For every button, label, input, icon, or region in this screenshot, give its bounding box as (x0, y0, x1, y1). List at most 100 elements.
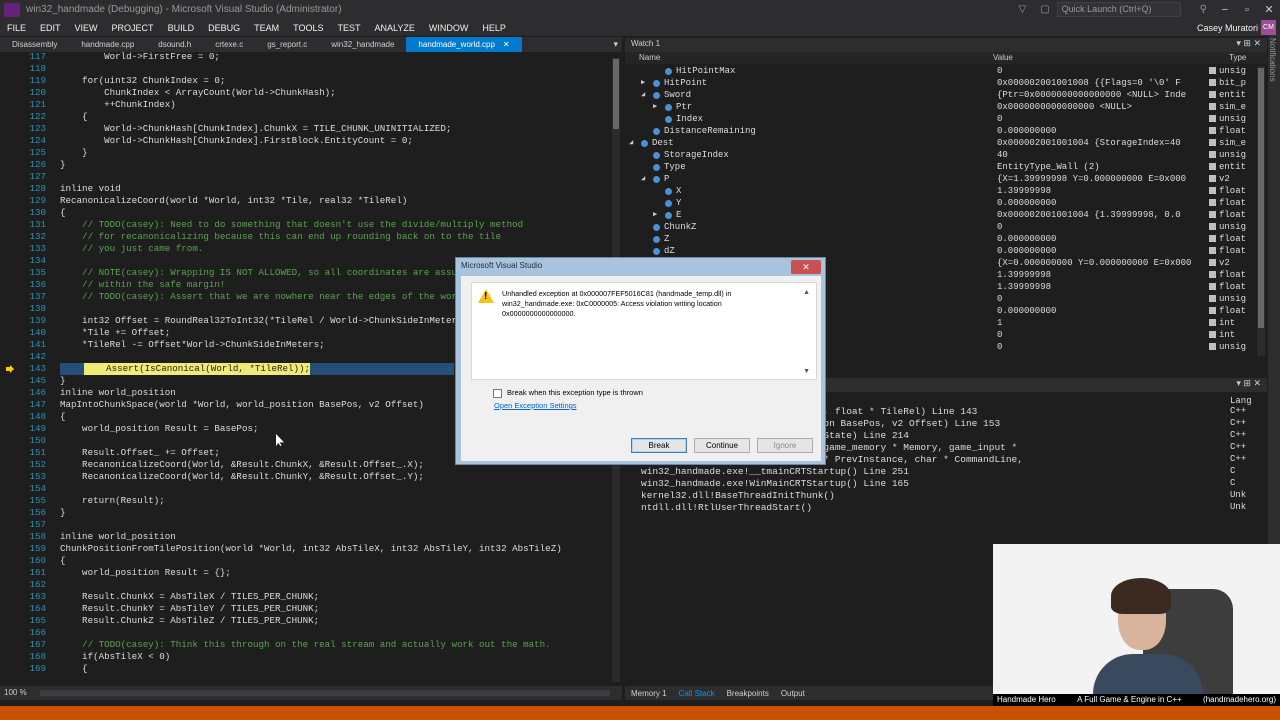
menu-analyze[interactable]: ANALYZE (367, 23, 421, 33)
menu-file[interactable]: FILE (0, 23, 33, 33)
watch-value[interactable]: {Ptr=0x0000000000000000 <NULL> Inde (997, 89, 1207, 101)
watch-value[interactable]: 0.000000000 (997, 245, 1207, 257)
tab-breakpoints[interactable]: Breakpoints (721, 689, 775, 698)
watch-value[interactable]: 0.000000000 (997, 197, 1207, 209)
column-value[interactable]: Value (993, 53, 1013, 62)
tab-memory-1[interactable]: Memory 1 (625, 689, 673, 698)
code-line[interactable]: 157 (0, 519, 610, 531)
watch-row[interactable]: ▶ E 0x000002001001004 {1.39999998, 0.0 floa… (629, 209, 1257, 221)
maximize-button[interactable]: ▫ (1236, 4, 1258, 16)
continue-button[interactable]: Continue (694, 438, 750, 453)
code-line[interactable]: 164 Result.ChunkY = AbsTileY / TILES_PER… (0, 603, 610, 615)
break-on-exception-checkbox[interactable] (493, 389, 502, 398)
code-line[interactable]: 158 inline world_position (0, 531, 610, 543)
watch-row[interactable]: ◢ Dest 0x000002001001004 {StorageIndex=40 s… (629, 137, 1257, 149)
watch-value[interactable]: 0 (997, 65, 1207, 77)
watch-scrollbar[interactable] (1257, 66, 1265, 356)
code-line[interactable]: 161 world_position Result = {}; (0, 567, 610, 579)
editor-horizontal-scrollbar[interactable] (40, 690, 610, 696)
watch-value[interactable]: 0 (997, 329, 1207, 341)
watch-row[interactable]: ChunkZ 0 unsig (629, 221, 1257, 233)
watch-row[interactable]: StorageIndex 40 unsig (629, 149, 1257, 161)
watch-value[interactable]: 1 (997, 317, 1207, 329)
close-tab-icon[interactable]: ✕ (503, 40, 510, 49)
code-line[interactable]: 133 // you just came from. (0, 243, 610, 255)
tab-gs-report-c[interactable]: gs_report.c (255, 37, 319, 52)
watch-row[interactable]: Z 0.000000000 float (629, 233, 1257, 245)
watch-row[interactable]: ◢ Sword {Ptr=0x0000000000000000 <NULL> Ind… (629, 89, 1257, 101)
watch-row[interactable]: Index 0 unsig (629, 113, 1257, 125)
watch-value[interactable]: 0 (997, 221, 1207, 233)
quick-launch-input[interactable]: Quick Launch (Ctrl+Q) (1056, 2, 1181, 17)
tab-output[interactable]: Output (775, 689, 811, 698)
break-button[interactable]: Break (631, 438, 687, 453)
expand-arrow-icon[interactable]: ▶ (653, 209, 657, 221)
expand-arrow-icon[interactable]: ▶ (641, 77, 645, 89)
code-line[interactable]: 160 { (0, 555, 610, 567)
tab-handmade-world-cpp[interactable]: handmade_world.cpp ✕ (406, 37, 522, 52)
expand-arrow-icon[interactable]: ◢ (641, 173, 645, 185)
code-line[interactable]: 154 (0, 483, 610, 495)
watch-value[interactable]: 0.000000000 (997, 305, 1207, 317)
code-line[interactable]: 167 // TODO(casey): Think this through o… (0, 639, 610, 651)
scroll-down-icon[interactable]: ▼ (803, 368, 810, 375)
watch-value[interactable]: 1.39999998 (997, 269, 1207, 281)
code-line[interactable]: 127 (0, 171, 610, 183)
code-line[interactable]: 153 RecanonicalizeCoord(World, &Result.C… (0, 471, 610, 483)
menu-team[interactable]: TEAM (247, 23, 286, 33)
watch-value[interactable]: 1.39999998 (997, 185, 1207, 197)
code-line[interactable]: 131 // TODO(casey): Need to do something… (0, 219, 610, 231)
minimize-button[interactable]: − (1214, 4, 1236, 16)
watch-value[interactable]: 0x000002001001008 {{Flags=0 '\0' F (997, 77, 1207, 89)
menu-help[interactable]: HELP (475, 23, 513, 33)
watch-row[interactable]: ▶ Ptr 0x0000000000000000 <NULL> sim_e (629, 101, 1257, 113)
watch-row[interactable]: DistanceRemaining 0.000000000 float (629, 125, 1257, 137)
column-type[interactable]: Type (1229, 53, 1246, 62)
watch-row[interactable]: dZ 0.000000000 float (629, 245, 1257, 257)
ignore-button[interactable]: Ignore (757, 438, 813, 453)
watch-row[interactable]: Type EntityType_Wall (2) entit (629, 161, 1257, 173)
menu-build[interactable]: BUILD (161, 23, 202, 33)
code-line[interactable]: 169 { (0, 663, 610, 675)
code-line[interactable]: 125 } (0, 147, 610, 159)
menu-tools[interactable]: TOOLS (286, 23, 330, 33)
code-line[interactable]: 117 World->FirstFree = 0; (0, 52, 610, 63)
column-lang[interactable]: Lang (1230, 396, 1260, 406)
watch-row[interactable]: X 1.39999998 float (629, 185, 1257, 197)
watch-row[interactable]: HitPointMax 0 unsig (629, 65, 1257, 77)
code-line[interactable]: 120 ChunkIndex < ArrayCount(World->Chunk… (0, 87, 610, 99)
scrollbar-thumb[interactable] (613, 59, 619, 129)
call-stack-frame[interactable]: kernel32.dll!BaseThreadInitThunk() (641, 490, 835, 502)
code-line[interactable]: 156} (0, 507, 610, 519)
tab-dropdown-icon[interactable]: ▾ (613, 39, 618, 50)
code-line[interactable]: 129 RecanonicalizeCoord(world *World, int… (0, 195, 610, 207)
code-line[interactable]: 124 World->ChunkHash[ChunkIndex].FirstBl… (0, 135, 610, 147)
call-stack-frame[interactable]: ntdll.dll!RtlUserThreadStart() (641, 502, 812, 514)
menu-window[interactable]: WINDOW (422, 23, 476, 33)
tab-call-stack[interactable]: Call Stack (673, 689, 721, 698)
code-line[interactable]: 168 if(AbsTileX < 0) (0, 651, 610, 663)
watch-value[interactable]: {X=1.39999998 Y=0.000000000 E=0x000 (997, 173, 1207, 185)
watch-value[interactable]: 0 (997, 113, 1207, 125)
filter-icon[interactable]: ▽ (1019, 4, 1027, 15)
menu-test[interactable]: TEST (330, 23, 367, 33)
menu-debug[interactable]: DEBUG (201, 23, 247, 33)
close-button[interactable]: ✕ (1258, 3, 1280, 16)
expand-arrow-icon[interactable]: ◢ (641, 89, 645, 101)
user-name[interactable]: Casey Muratori (1197, 23, 1258, 33)
call-stack-frame[interactable]: win32_handmade.exe!__tmainCRTStartup() L… (641, 466, 909, 478)
watch-value[interactable]: 0.000000000 (997, 125, 1207, 137)
code-line[interactable]: 132 // for recanonicalizing because this… (0, 231, 610, 243)
call-stack-frame[interactable]: win32_handmade.exe!WinMainCRTStartup() L… (641, 478, 909, 490)
code-line[interactable]: 126} (0, 159, 610, 171)
code-line[interactable]: 159 ChunkPositionFromTilePosition(world *… (0, 543, 610, 555)
open-exception-settings-link[interactable]: Open Exception Settings (494, 401, 577, 410)
feedback-icon[interactable]: ▢ (1040, 4, 1049, 15)
tab-dsound-h[interactable]: dsound.h (146, 37, 203, 52)
code-line[interactable]: 163 Result.ChunkX = AbsTileX / TILES_PER… (0, 591, 610, 603)
panel-controls[interactable]: ▾ ⊞ ✕ (1236, 378, 1261, 389)
column-name[interactable]: Name (639, 53, 660, 62)
watch-row[interactable]: ▶ HitPoint 0x000002001001008 {{Flags=0 '\0… (629, 77, 1257, 89)
code-line[interactable]: 130 { (0, 207, 610, 219)
search-icon[interactable]: ⚲ (1200, 4, 1207, 15)
